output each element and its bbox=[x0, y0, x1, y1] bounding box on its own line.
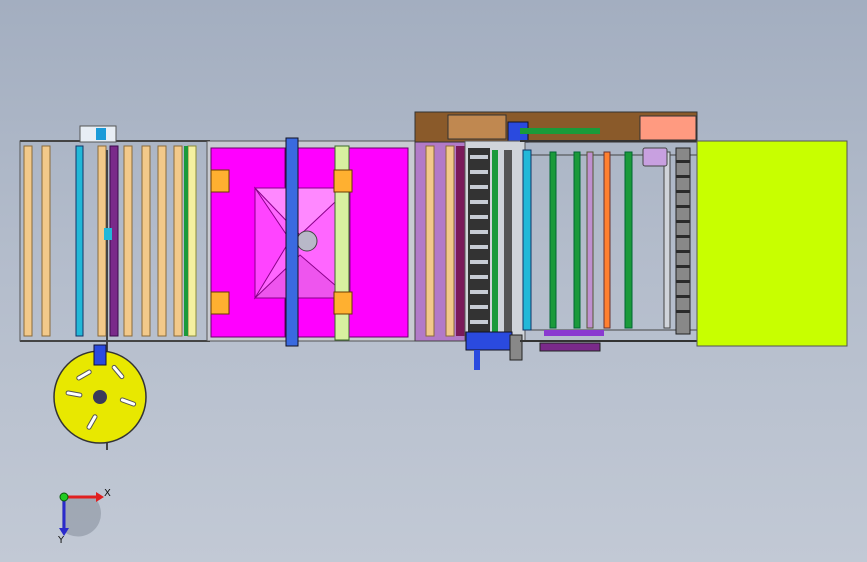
purple-section bbox=[414, 140, 466, 342]
blue-cross-beam bbox=[285, 137, 299, 347]
coordinate-triad-icon: X Y bbox=[57, 488, 111, 546]
origin-point bbox=[59, 492, 69, 502]
machine-top-view-drawing: X Y bbox=[19, 111, 848, 546]
right-roller-section bbox=[520, 128, 697, 352]
lime-output-table bbox=[696, 140, 848, 347]
x-axis-label: X bbox=[104, 488, 111, 499]
cyan-roller bbox=[75, 145, 84, 337]
purple-roller bbox=[109, 145, 119, 337]
gear-drive-section bbox=[464, 140, 526, 370]
magenta-chamber bbox=[206, 137, 416, 347]
tan-rollers bbox=[23, 145, 183, 337]
reel-disc-icon bbox=[53, 344, 147, 444]
y-axis-label: Y bbox=[57, 535, 65, 546]
yellow-roller bbox=[187, 145, 197, 337]
brown-top-housing bbox=[414, 111, 698, 143]
